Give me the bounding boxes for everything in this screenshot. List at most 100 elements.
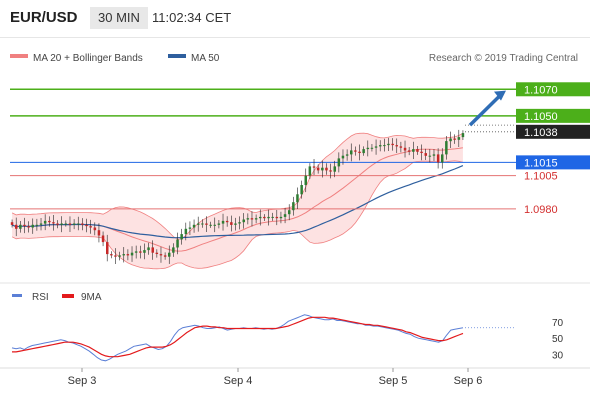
candle-body xyxy=(441,154,444,163)
candle-body xyxy=(457,137,461,140)
candle-body xyxy=(267,216,270,219)
candle-body xyxy=(370,147,374,149)
candle-body xyxy=(345,154,349,156)
candle-body xyxy=(374,146,378,148)
candle-body xyxy=(354,150,357,152)
candle-body xyxy=(48,220,51,223)
candle-body xyxy=(60,223,63,225)
bollinger-legend-label: MA 20 + Bollinger Bands xyxy=(33,53,143,64)
rsi-ma-line xyxy=(12,316,464,358)
candle-body xyxy=(259,216,262,219)
x-tick-label: Sep 6 xyxy=(454,375,483,387)
candle-body xyxy=(304,175,307,185)
candle-body xyxy=(288,210,291,215)
candle-body xyxy=(292,202,295,211)
candle-body xyxy=(358,151,361,153)
rsi-ma-legend-swatch xyxy=(62,294,74,298)
price-chart: MA 20 + Bollinger Bands MA 50 Research ©… xyxy=(0,53,590,387)
candle-body xyxy=(106,242,109,255)
candle-body xyxy=(130,252,134,256)
candle-body xyxy=(308,166,312,176)
candle-body xyxy=(89,226,92,228)
candle-body xyxy=(312,166,316,168)
candle-body xyxy=(68,223,72,225)
candle-body xyxy=(225,220,229,223)
candle-body xyxy=(325,167,328,171)
forecast-arrow-shaft xyxy=(468,92,504,127)
candle-body xyxy=(391,143,394,146)
target-level-label: 1.1050 xyxy=(524,111,558,123)
ma50-legend-swatch xyxy=(168,54,186,58)
candle-body xyxy=(163,255,167,257)
rsi-ma-legend-label: 9MA xyxy=(81,292,102,303)
candle-body xyxy=(350,150,353,155)
candle-body xyxy=(134,251,138,253)
candle-body xyxy=(445,141,448,155)
candle-body xyxy=(101,235,105,243)
candle-body xyxy=(168,252,171,257)
candle-body xyxy=(395,145,398,147)
candle-body xyxy=(184,228,188,235)
candle-body xyxy=(139,251,142,253)
candle-body xyxy=(420,151,423,153)
candle-body xyxy=(143,250,146,253)
candle-body xyxy=(234,223,237,225)
rsi-tick-label: 50 xyxy=(552,334,564,345)
candle-body xyxy=(213,224,216,226)
candle-body xyxy=(296,194,299,203)
candle-body xyxy=(114,255,117,257)
support-level-label: 1.1015 xyxy=(524,157,558,169)
candle-body xyxy=(10,222,14,225)
candle-body xyxy=(321,167,324,171)
candle-body xyxy=(72,223,76,225)
candle-body xyxy=(316,167,320,171)
candle-body xyxy=(254,218,258,220)
candle-body xyxy=(242,219,245,223)
research-credit: Research © 2019 Trading Central xyxy=(429,53,578,64)
candle-body xyxy=(126,254,130,256)
candle-body xyxy=(407,150,411,152)
candle-body xyxy=(110,254,113,256)
candle-body xyxy=(337,158,341,167)
candle-body xyxy=(118,255,121,257)
candle-body xyxy=(97,230,101,236)
candle-body xyxy=(180,234,183,240)
target-level-label: 1.1070 xyxy=(524,84,558,96)
bollinger-band-fill xyxy=(12,133,463,269)
candle-body xyxy=(172,247,175,253)
current-price-label: 1.1038 xyxy=(524,127,558,139)
candle-body xyxy=(192,224,196,228)
candle-body xyxy=(399,146,403,148)
candle-body xyxy=(81,223,84,225)
bollinger-legend-swatch xyxy=(10,54,28,58)
candle-body xyxy=(271,216,274,218)
candle-body xyxy=(432,154,436,156)
candle-body xyxy=(23,224,26,227)
rsi-line xyxy=(11,314,464,362)
x-tick-label: Sep 4 xyxy=(224,375,253,387)
candle-body xyxy=(238,222,241,224)
candle-body xyxy=(300,185,303,195)
candle-body xyxy=(453,138,456,140)
candle-body xyxy=(205,223,208,225)
candle-body xyxy=(19,224,22,229)
candle-body xyxy=(412,149,415,152)
candle-body xyxy=(197,223,200,225)
candle-body xyxy=(403,147,407,151)
candle-body xyxy=(27,226,30,228)
candle-body xyxy=(15,224,18,229)
ma50-legend-label: MA 50 xyxy=(191,53,220,64)
candle-body xyxy=(31,224,34,228)
candle-body xyxy=(64,223,68,225)
pivot-level-label: 1.1005 xyxy=(524,171,558,183)
candle-body xyxy=(379,145,382,147)
candle-body xyxy=(93,227,97,231)
candle-body xyxy=(230,222,233,225)
candle-body xyxy=(436,154,440,163)
candle-body xyxy=(246,218,250,220)
candle-body xyxy=(159,254,163,256)
candle-body xyxy=(35,224,39,226)
x-tick-label: Sep 5 xyxy=(379,375,408,387)
candle-body xyxy=(263,216,266,219)
candle-body xyxy=(283,214,287,217)
